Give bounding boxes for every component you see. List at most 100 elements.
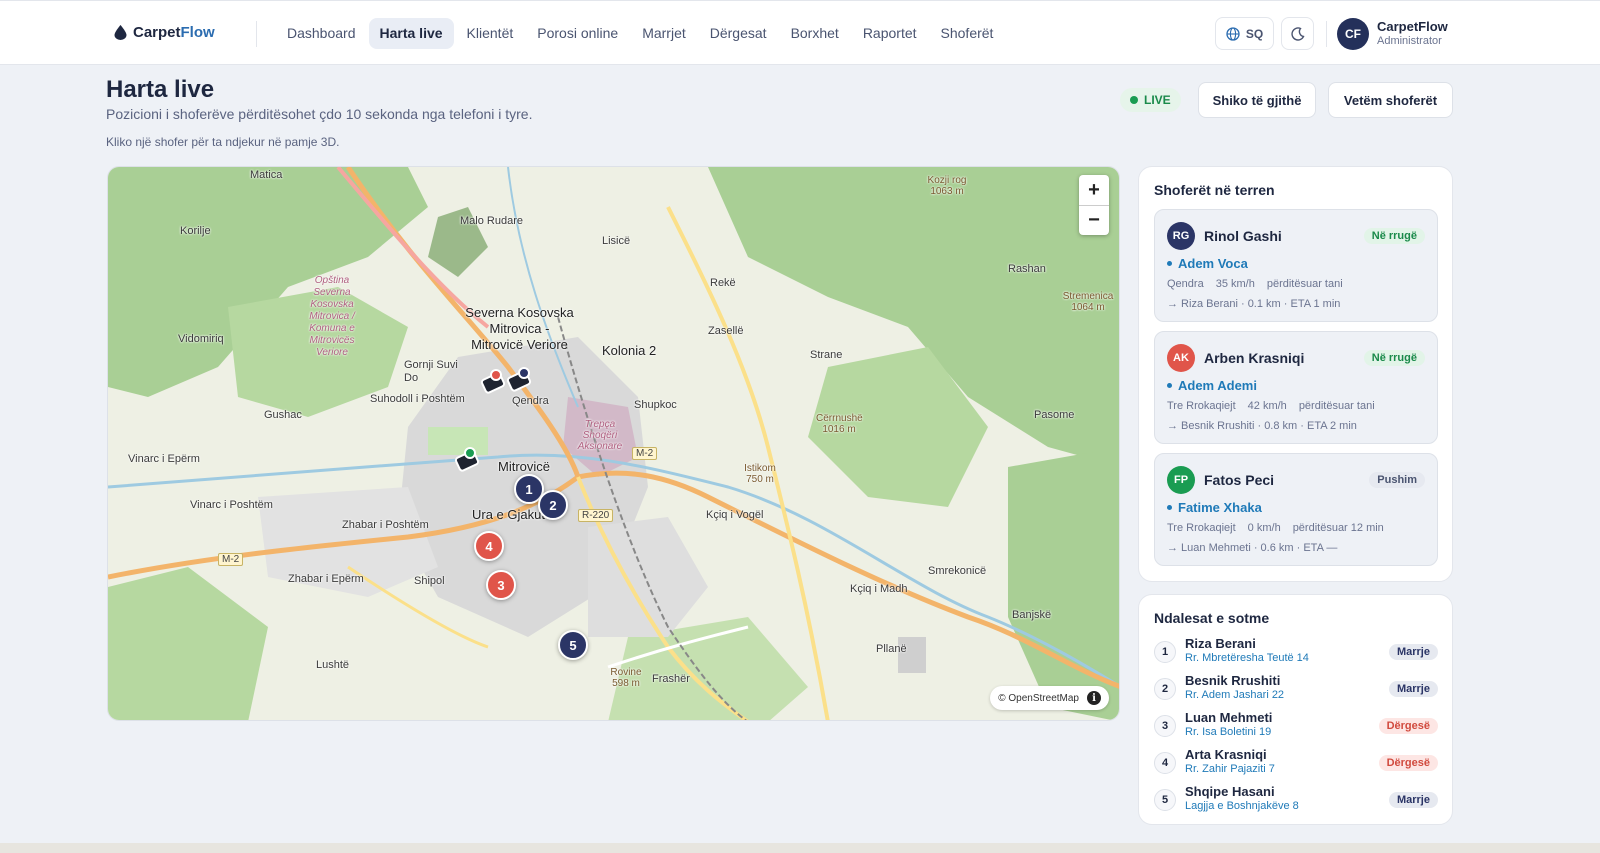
stop-row[interactable]: 5 Shqipe Hasani Lagjja e Boshnjakëve 8 M… — [1154, 784, 1438, 816]
driver-current-client[interactable]: Adem Ademi — [1167, 378, 1257, 393]
driver-zone: Qendra — [1167, 278, 1204, 290]
stop-row[interactable]: 2 Besnik Rrushiti Rr. Adem Jashari 22 Ma… — [1154, 673, 1438, 705]
driver-card[interactable]: RG Rinol Gashi Në rrugë Adem Voca Qendra… — [1154, 209, 1438, 322]
stop-address: Rr. Zahir Pajaziti 7 — [1185, 763, 1275, 775]
stop-address: Rr. Mbretëresha Teutë 14 — [1185, 652, 1309, 664]
drivers-panel: Shoferët në terren RG Rinol Gashi Në rru… — [1138, 166, 1453, 582]
stop-type-badge: Dërgesë — [1378, 755, 1438, 771]
live-map[interactable]: Matica Korilje Malo Rudare Lisicë Vidomi… — [107, 166, 1120, 721]
driver-meta: Tre Rrokaqiejt 0 km/h përditësuar 12 min — [1167, 522, 1384, 534]
bullet-icon — [1167, 505, 1172, 510]
map-label: Zhabar i Poshtëm — [342, 519, 429, 531]
stop-number: 4 — [1154, 752, 1176, 774]
driver-status-badge: Pushim — [1369, 472, 1425, 488]
map-label: Suhodoll i Poshtëm — [370, 393, 465, 405]
stop-row[interactable]: 1 Riza Berani Rr. Mbretëresha Teutë 14 M… — [1154, 636, 1438, 668]
road-sign: M-2 — [218, 553, 244, 566]
map-label: Zhabar i Epërm — [288, 573, 364, 585]
map-label: Kolonia 2 — [602, 343, 657, 358]
driver-current-client[interactable]: Adem Voca — [1167, 256, 1248, 271]
drivers-only-button[interactable]: Vetëm shoferët — [1328, 82, 1453, 118]
driver-current-client[interactable]: Fatime Xhaka — [1167, 500, 1262, 515]
show-all-button[interactable]: Shiko të gjithë — [1198, 82, 1316, 118]
driver-name: Rinol Gashi — [1204, 228, 1282, 244]
bullet-icon — [1167, 383, 1172, 388]
zoom-in-button[interactable]: + — [1079, 175, 1109, 205]
driver-speed: 0 km/h — [1247, 522, 1281, 534]
zoom-out-button[interactable]: − — [1079, 205, 1109, 235]
live-badge: LIVE — [1120, 88, 1181, 112]
map-label-peak: Rovine 598 m — [610, 667, 642, 689]
stop-marker-3[interactable]: 3 — [486, 570, 516, 600]
map-label-company: Trepça Shoqëri Aksionare — [577, 419, 623, 452]
map-label: Vinarc i Poshtëm — [190, 499, 273, 511]
live-label: LIVE — [1144, 93, 1171, 107]
footer-strip — [0, 843, 1600, 853]
map-label: Shipol — [414, 575, 445, 587]
stop-client-name: Besnik Rrushiti — [1185, 673, 1281, 688]
map-label: Vidomiriq — [178, 333, 224, 345]
driver-zone: Tre Rrokaqiejt — [1167, 400, 1236, 412]
nav-porosi-online[interactable]: Porosi online — [526, 18, 629, 49]
map-label: Smrekonicë — [928, 565, 987, 577]
user-name: CarpetFlow — [1377, 19, 1448, 34]
driver-status-badge: Në rrugë — [1363, 350, 1425, 366]
stop-marker-2[interactable]: 2 — [538, 490, 568, 520]
map-attribution: © OpenStreetMap i — [990, 686, 1109, 710]
language-button[interactable]: SQ — [1215, 17, 1274, 50]
map-label: Pasome — [1034, 409, 1075, 421]
map-label: Frashër — [652, 673, 690, 685]
nav-harta-live[interactable]: Harta live — [368, 18, 454, 49]
stop-row[interactable]: 3 Luan Mehmeti Rr. Isa Boletini 19 Dërge… — [1154, 710, 1438, 742]
nav-marrjet[interactable]: Marrjet — [631, 18, 697, 49]
stop-marker-4[interactable]: 4 — [474, 531, 504, 561]
stop-marker-5[interactable]: 5 — [558, 630, 588, 660]
map-label-peak: Istikom 750 m — [744, 463, 776, 485]
stop-row[interactable]: 4 Arta Krasniqi Rr. Zahir Pajaziti 7 Dër… — [1154, 747, 1438, 779]
map-label: Pllanë — [876, 643, 907, 655]
brand-logo[interactable]: Carpet Flow — [114, 24, 215, 41]
nav-klientet[interactable]: Klientët — [456, 18, 525, 49]
driver-avatar: RG — [1167, 222, 1195, 250]
attribution-text: © OpenStreetMap — [998, 692, 1079, 704]
driver-zone: Tre Rrokaqiejt — [1167, 522, 1236, 534]
nav-dashboard[interactable]: Dashboard — [276, 18, 367, 49]
map-label-municipality: Opština Severna Kosovska Mitrovica / Kom… — [309, 275, 355, 358]
brand-name-part2: Flow — [180, 24, 215, 41]
user-role: Administrator — [1377, 35, 1442, 47]
nav-borxhet[interactable]: Borxhet — [780, 18, 850, 49]
driver-updated: përditësuar tani — [1298, 400, 1375, 412]
info-icon[interactable]: i — [1087, 691, 1101, 705]
driver-next-stop: → Besnik Rrushiti · 0.8 km · ETA 2 min — [1167, 420, 1357, 432]
stop-number: 2 — [1154, 678, 1176, 700]
map-label: Malo Rudare — [460, 215, 523, 227]
main-nav: Dashboard Harta live Klientët Porosi onl… — [276, 18, 1004, 49]
user-avatar[interactable]: CF — [1337, 18, 1369, 50]
droplet-icon — [114, 25, 127, 40]
nav-dergesat[interactable]: Dërgesat — [699, 18, 778, 49]
stop-client-name: Riza Berani — [1185, 636, 1256, 651]
stop-type-badge: Marrje — [1388, 644, 1438, 660]
client-name: Adem Ademi — [1178, 378, 1257, 393]
driver-card[interactable]: AK Arben Krasniqi Në rrugë Adem Ademi Tr… — [1154, 331, 1438, 444]
stop-number: 1 — [1154, 641, 1176, 663]
theme-toggle-button[interactable] — [1281, 17, 1314, 50]
stop-address: Rr. Isa Boletini 19 — [1185, 726, 1272, 738]
map-label: Lisicë — [602, 235, 631, 247]
map-label: Kçiq i Madh — [850, 583, 908, 595]
driver-avatar: AK — [1167, 344, 1195, 372]
map-label: Shupkoc — [634, 399, 677, 411]
driver-next-stop: → Luan Mehmeti · 0.6 km · ETA — — [1167, 542, 1338, 554]
map-label-peak: Stremenica 1064 m — [1062, 291, 1114, 313]
stop-client-name: Shqipe Hasani — [1185, 784, 1275, 799]
map-label: Kçiq i Vogël — [706, 509, 764, 521]
map-label-peak: Cërrnushë 1016 m — [816, 413, 863, 435]
nav-raportet[interactable]: Raportet — [852, 18, 928, 49]
driver-dot-icon — [464, 447, 476, 459]
driver-card[interactable]: FP Fatos Peci Pushim Fatime Xhaka Tre Rr… — [1154, 453, 1438, 566]
stop-type-badge: Marrje — [1388, 792, 1438, 808]
stops-panel-title: Ndalesat e sotme — [1154, 610, 1270, 626]
map-label-peak: Kozji rog 1063 m — [927, 175, 967, 197]
nav-shoferet[interactable]: Shoferët — [930, 18, 1005, 49]
map-label: Gushac — [264, 409, 302, 421]
